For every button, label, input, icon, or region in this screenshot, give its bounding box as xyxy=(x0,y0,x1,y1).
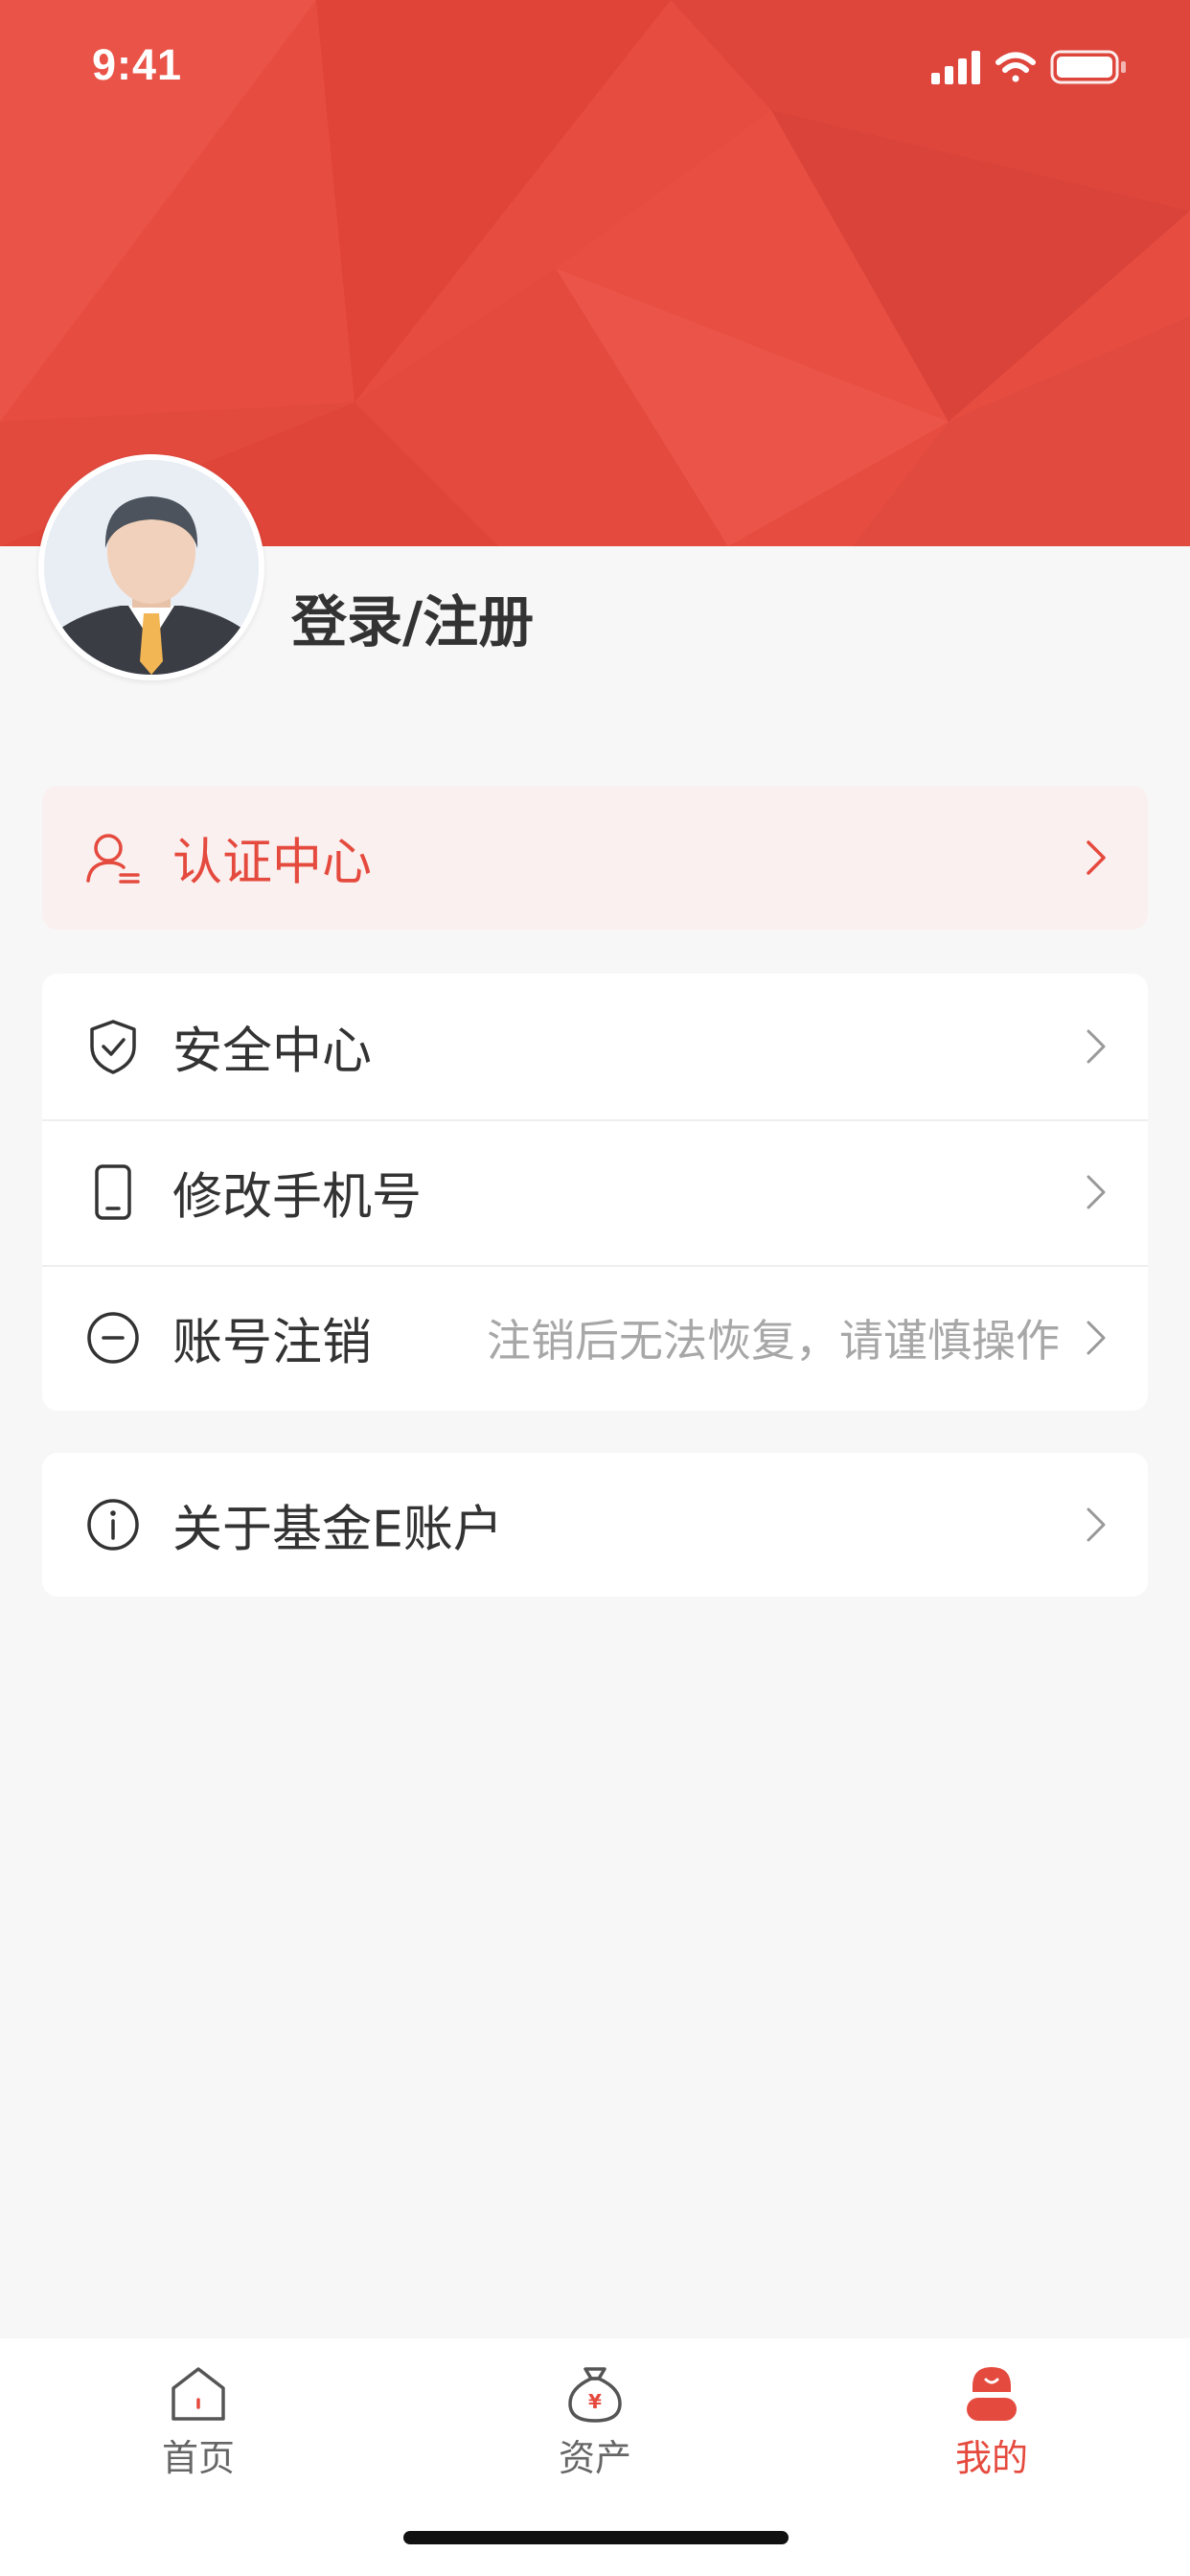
tab-home-label: 首页 xyxy=(161,2437,235,2479)
change-phone-row[interactable]: 修改手机号 xyxy=(42,1119,1148,1265)
change-phone-label: 修改手机号 xyxy=(172,1168,423,1227)
info-icon xyxy=(87,1499,139,1551)
security-center-label: 安全中心 xyxy=(172,1023,373,1081)
security-center-row[interactable]: 安全中心 xyxy=(42,974,1148,1119)
shield-check-icon xyxy=(90,1020,136,1074)
status-icons xyxy=(931,50,1126,84)
avatar[interactable] xyxy=(38,454,264,680)
user-verify-icon xyxy=(86,834,140,884)
about-row[interactable]: 关于基金E账户 xyxy=(42,1453,1148,1597)
home-icon xyxy=(172,2367,225,2421)
cert-center-row[interactable]: 认证中心 xyxy=(42,786,1148,930)
wifi-icon xyxy=(995,52,1036,82)
account-deletion-row[interactable]: 账号注销 注销后无法恢复，请谨慎操作 xyxy=(42,1265,1148,1411)
chevron-right-icon xyxy=(1087,1507,1106,1542)
tab-mine[interactable]: 我的 xyxy=(793,2338,1190,2492)
tab-assets-label: 资产 xyxy=(558,2437,631,2479)
account-deletion-hint: 注销后无法恢复，请谨慎操作 xyxy=(487,1315,1060,1367)
default-user-avatar-icon xyxy=(44,460,259,675)
chevron-right-icon xyxy=(1087,1029,1106,1064)
money-bag-icon: ¥ xyxy=(568,2367,622,2423)
about-label: 关于基金E账户 xyxy=(172,1501,503,1559)
home-indicator xyxy=(403,2531,789,2544)
svg-text:¥: ¥ xyxy=(588,2390,602,2413)
status-time: 9:41 xyxy=(92,40,183,89)
minus-circle-icon xyxy=(87,1312,139,1364)
account-settings-card: 安全中心 修改手机号 账号注销 注销后无法恢复，请谨慎操作 xyxy=(42,974,1148,1411)
login-register-link[interactable]: 登录/注册 xyxy=(291,577,534,657)
chevron-right-icon xyxy=(1087,840,1106,875)
phone-icon xyxy=(95,1164,131,1220)
tab-mine-label: 我的 xyxy=(954,2437,1028,2479)
tab-home[interactable]: 首页 xyxy=(0,2338,397,2492)
tab-assets[interactable]: ¥ 资产 xyxy=(397,2338,793,2492)
status-bar: 9:41 xyxy=(0,0,1190,134)
cert-center-label: 认证中心 xyxy=(172,834,373,892)
about-card: 关于基金E账户 xyxy=(42,1453,1148,1597)
cert-center-card: 认证中心 xyxy=(42,786,1148,930)
chevron-right-icon xyxy=(1087,1321,1106,1355)
profile-page: 9:41 登录/注册 认证中心 安全中心 修改手机号 账号注销 注销后无法恢复，… xyxy=(0,0,1190,2576)
battery-icon xyxy=(1050,50,1126,84)
chevron-right-icon xyxy=(1087,1175,1106,1209)
profile-icon xyxy=(967,2367,1017,2421)
cellular-signal-icon xyxy=(931,51,980,84)
account-deletion-label: 账号注销 xyxy=(172,1314,373,1372)
